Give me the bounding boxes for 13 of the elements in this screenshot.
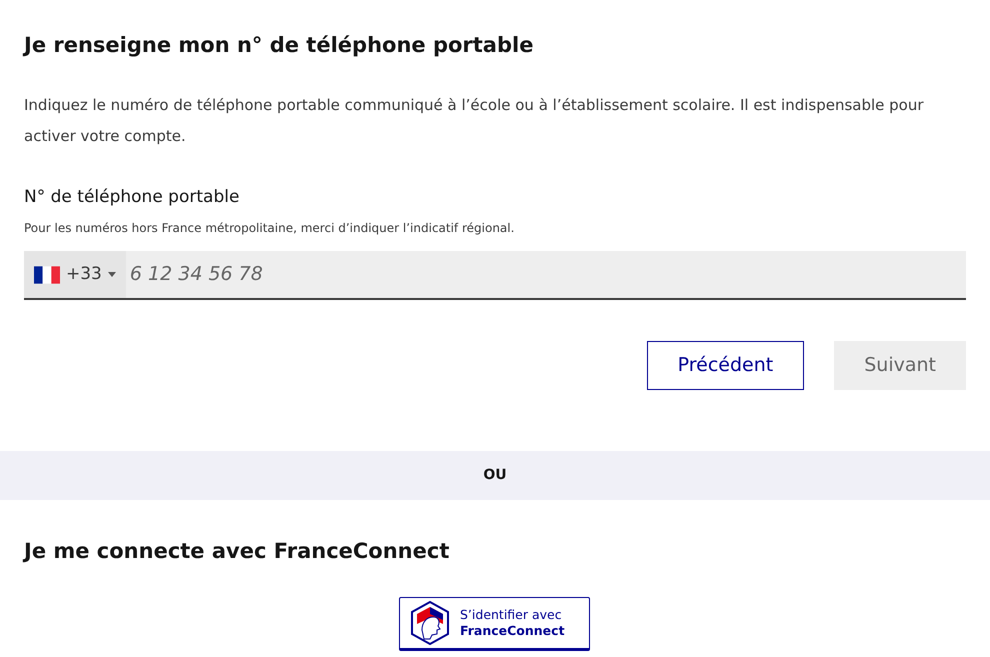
caret-icon: [108, 272, 116, 277]
section-title: Je me connecte avec FranceConnect: [24, 538, 450, 565]
franceconnect-button[interactable]: S’identifier avec FranceConnect: [399, 597, 590, 651]
phone-field[interactable]: +33 6 12 34 56 78: [24, 251, 966, 300]
flag-icon: [34, 266, 60, 284]
field-label: N° de téléphone portable: [24, 186, 240, 209]
field-hint: Pour les numéros hors France métropolitaine, merci d’indiquer l’indicatif régional.: [24, 220, 516, 237]
franceconnect-logo-icon: [410, 600, 450, 646]
description: Indiquez le numéro de téléphone portable communiqué à l’école ou à l’établissement scolaire. Il est indispensable pour activer votre compte.: [24, 95, 924, 147]
separator-text: OU: [483, 466, 507, 485]
country-selector[interactable]: +33: [24, 251, 126, 298]
previous-button[interactable]: Précédent: [646, 341, 804, 390]
section-title: Je renseigne mon n° de téléphone portable: [24, 32, 534, 59]
